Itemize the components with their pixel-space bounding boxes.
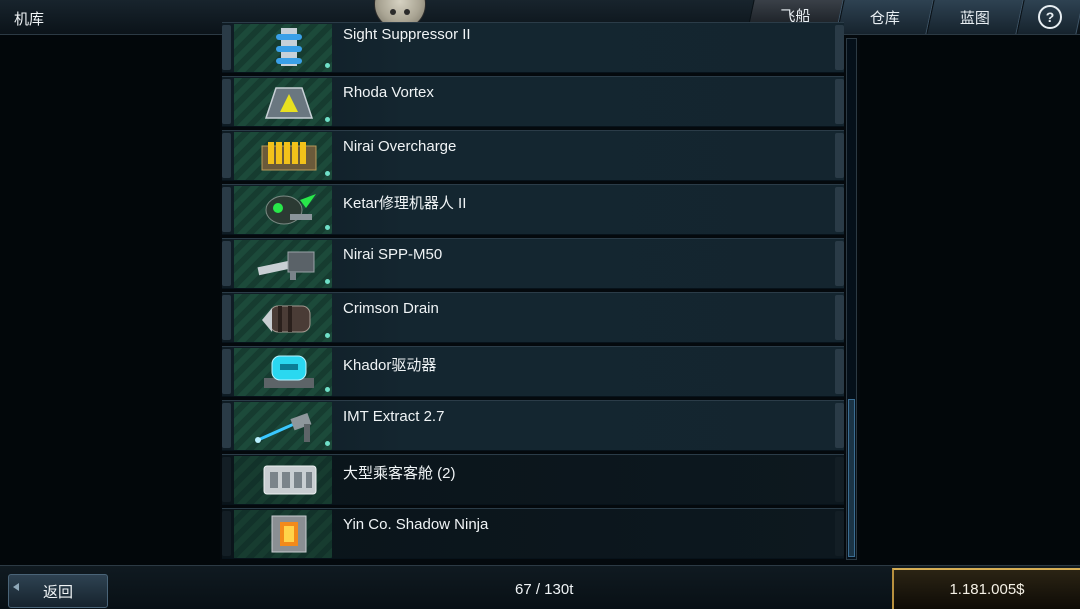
tab-warehouse-label: 仓库 [869, 9, 900, 27]
cannon-icon [257, 251, 315, 280]
list-item[interactable]: Khador驱动器 [222, 346, 844, 397]
sight-suppressor-icon [276, 28, 302, 66]
status-dot [325, 117, 330, 122]
list-item[interactable]: Nirai SPP-M50 [222, 238, 844, 289]
item-list: Sight Suppressor II Rhoda Vortex Nirai O… [222, 22, 844, 560]
item-name: Nirai Overcharge [343, 138, 457, 155]
row-right-bar [835, 187, 844, 232]
item-thumbnail [234, 402, 332, 450]
passenger-cabin-icon [263, 465, 317, 495]
item-thumbnail [234, 348, 332, 396]
tab-warehouse[interactable]: 仓库 [836, 0, 934, 34]
tab-blueprints-label: 蓝图 [959, 9, 990, 27]
row-right-bar [835, 79, 844, 124]
item-thumbnail [234, 186, 332, 234]
row-right-bar [835, 133, 844, 178]
nirai-overcharge-icon [261, 142, 317, 171]
row-right-bar [835, 511, 844, 556]
repair-bot-icon [265, 194, 316, 225]
row-right-bar [835, 25, 844, 70]
list-item[interactable]: 大型乘客客舱 (2) [222, 454, 844, 505]
list-item[interactable]: Nirai Overcharge [222, 130, 844, 181]
row-right-bar [835, 403, 844, 448]
row-left-bar [222, 457, 231, 502]
list-item[interactable]: IMT Extract 2.7 [222, 400, 844, 451]
item-thumbnail [234, 456, 332, 504]
item-name: Sight Suppressor II [343, 26, 471, 43]
list-item[interactable]: Ketar修理机器人 II [222, 184, 844, 235]
drive-icon [264, 355, 314, 388]
row-left-bar [222, 241, 231, 286]
item-name: Yin Co. Shadow Ninja [343, 516, 489, 533]
item-thumbnail [234, 132, 332, 180]
list-item[interactable]: Sight Suppressor II [222, 22, 844, 73]
bottom-bar: 返回 67 / 130t 1.181.005$ [0, 565, 1080, 609]
row-right-bar [835, 457, 844, 502]
status-dot [325, 279, 330, 284]
row-left-bar [222, 79, 231, 124]
item-thumbnail [234, 510, 332, 558]
row-left-bar [222, 187, 231, 232]
status-dot [325, 171, 330, 176]
row-left-bar [222, 403, 231, 448]
page-title: 机库 [14, 11, 45, 28]
item-thumbnail [234, 294, 332, 342]
credits-balance: 1.181.005$ [892, 568, 1080, 609]
list-item[interactable]: Rhoda Vortex [222, 76, 844, 127]
row-left-bar [222, 295, 231, 340]
item-thumbnail [234, 24, 332, 72]
extractor-icon [255, 412, 312, 443]
row-right-bar [835, 295, 844, 340]
row-left-bar [222, 349, 231, 394]
status-dot [325, 333, 330, 338]
cargo-capacity: 67 / 130t [515, 581, 574, 598]
item-thumbnail [234, 78, 332, 126]
item-name: IMT Extract 2.7 [343, 408, 445, 425]
row-right-bar [835, 349, 844, 394]
tab-blueprints[interactable]: 蓝图 [926, 0, 1024, 34]
item-name: Crimson Drain [343, 300, 439, 317]
row-left-bar [222, 25, 231, 70]
left-panel [0, 35, 220, 566]
item-name: Khador驱动器 [343, 357, 437, 374]
status-dot [325, 63, 330, 68]
item-name: Ketar修理机器人 II [343, 195, 467, 212]
shadow-ninja-icon [271, 515, 307, 553]
row-left-bar [222, 511, 231, 556]
right-panel [860, 35, 1080, 566]
rhoda-vortex-icon [264, 87, 314, 119]
crimson-drain-icon [262, 305, 311, 333]
scrollbar-thumb[interactable] [848, 399, 855, 557]
list-scrollbar[interactable] [846, 38, 857, 560]
row-left-bar [222, 133, 231, 178]
list-item[interactable]: Yin Co. Shadow Ninja [222, 508, 844, 559]
row-right-bar [835, 241, 844, 286]
status-dot [325, 387, 330, 392]
status-dot [325, 441, 330, 446]
item-thumbnail [234, 240, 332, 288]
help-button[interactable]: ? [1016, 0, 1080, 34]
item-name: 大型乘客客舱 (2) [343, 465, 456, 482]
status-dot [325, 225, 330, 230]
item-name: Nirai SPP-M50 [343, 246, 443, 263]
back-button[interactable]: 返回 [8, 574, 108, 608]
item-name: Rhoda Vortex [343, 84, 434, 101]
question-icon: ? [1038, 5, 1062, 29]
list-item[interactable]: Crimson Drain [222, 292, 844, 343]
